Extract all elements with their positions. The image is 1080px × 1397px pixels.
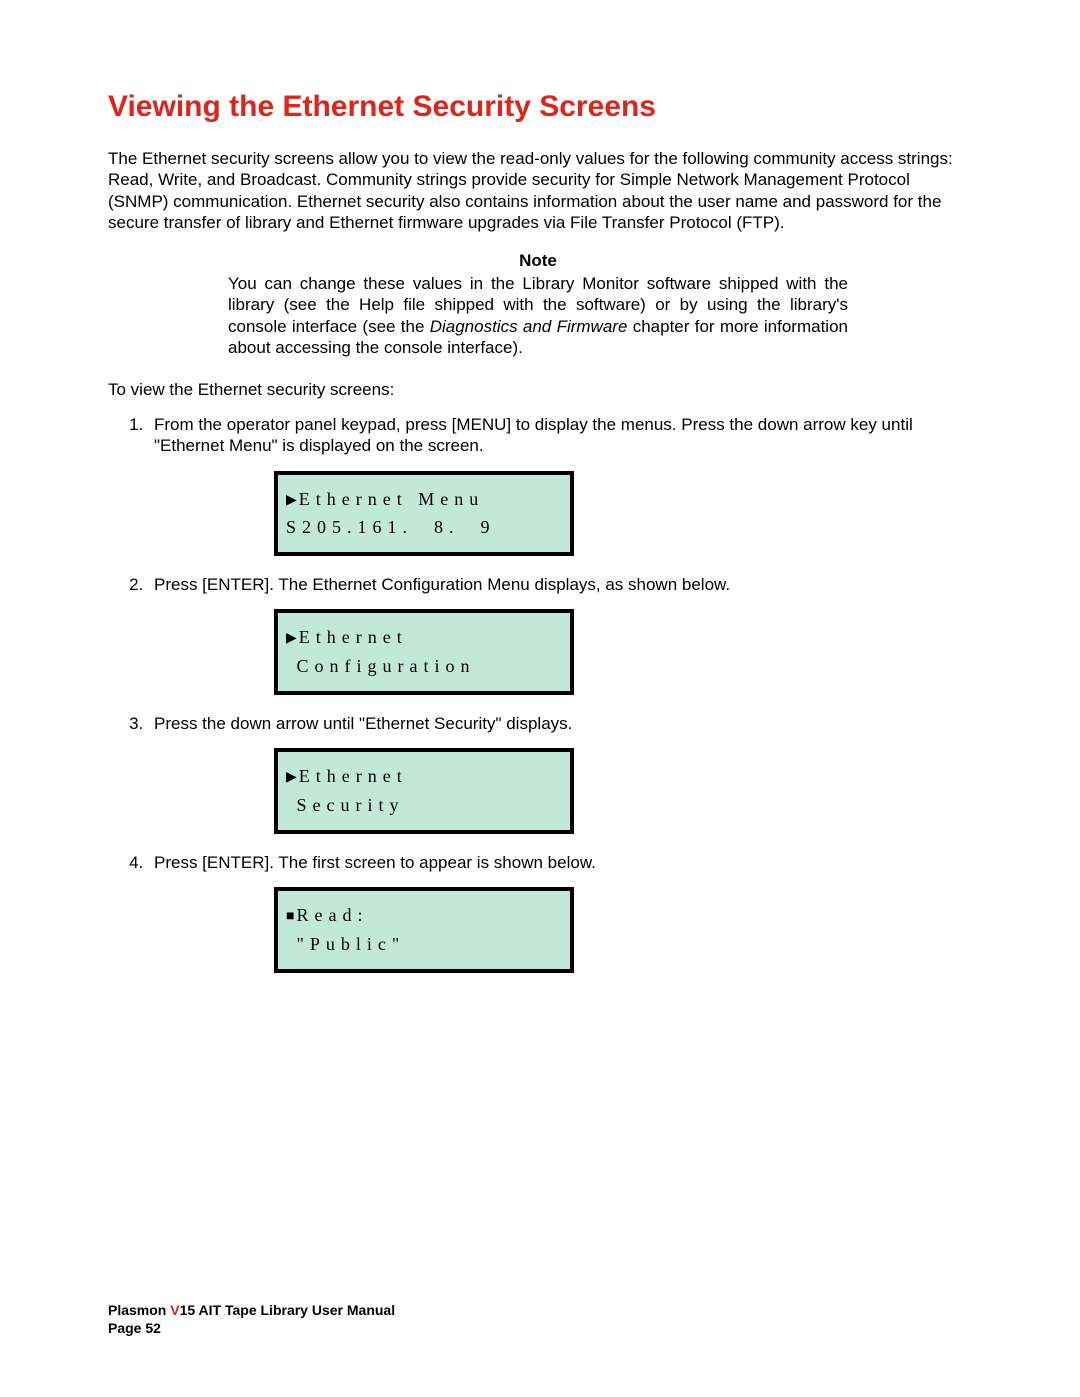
lcd-screen-4: ■Read: "Public" — [274, 887, 574, 973]
step-1-text: From the operator panel keypad, press [M… — [154, 415, 913, 455]
lcd2-line1: Ethernet — [299, 627, 408, 647]
lcd4-line2: "Public" — [286, 934, 405, 954]
lcd1-line2: S205.161. 8. 9 — [286, 517, 496, 537]
intro-paragraph: The Ethernet security screens allow you … — [108, 148, 972, 233]
step-3-text: Press the down arrow until "Ethernet Sec… — [154, 714, 572, 733]
note-block: Note You can change these values in the … — [228, 251, 848, 358]
lcd4-line1: Read: — [296, 905, 368, 925]
lcd3-line2: Security — [286, 795, 405, 815]
triangle-icon: ▶ — [286, 628, 297, 650]
document-page: Viewing the Ethernet Security Screens Th… — [0, 0, 1080, 1397]
footer-brand: Plasmon — [108, 1302, 170, 1318]
step-4: Press [ENTER]. The first screen to appea… — [148, 852, 972, 973]
page-footer: Plasmon V15 AIT Tape Library User Manual… — [108, 1301, 395, 1337]
square-icon: ■ — [286, 906, 294, 928]
page-title: Viewing the Ethernet Security Screens — [108, 90, 972, 124]
step-3: Press the down arrow until "Ethernet Sec… — [148, 713, 972, 834]
footer-v: V — [170, 1302, 179, 1318]
step-4-text: Press [ENTER]. The first screen to appea… — [154, 853, 596, 872]
lcd-screen-2: ▶Ethernet Configuration — [274, 609, 574, 695]
lcd1-line1: Ethernet Menu — [299, 489, 484, 509]
note-heading: Note — [228, 251, 848, 271]
step-1: From the operator panel keypad, press [M… — [148, 414, 972, 556]
triangle-icon: ▶ — [286, 490, 297, 512]
step-2: Press [ENTER]. The Ethernet Configuratio… — [148, 574, 972, 695]
lcd3-line1: Ethernet — [299, 766, 408, 786]
note-italic: Diagnostics and Firmware — [430, 317, 628, 336]
footer-page: Page 52 — [108, 1319, 395, 1337]
lcd-screen-3: ▶Ethernet Security — [274, 748, 574, 834]
note-text: You can change these values in the Libra… — [228, 273, 848, 358]
steps-list: From the operator panel keypad, press [M… — [148, 414, 972, 973]
lcd-screen-1: ▶Ethernet Menu S205.161. 8. 9 — [274, 471, 574, 557]
step-2-text: Press [ENTER]. The Ethernet Configuratio… — [154, 575, 730, 594]
triangle-icon: ▶ — [286, 767, 297, 789]
lead-text: To view the Ethernet security screens: — [108, 380, 972, 400]
lcd2-line2: Configuration — [286, 656, 476, 676]
footer-rest: 15 AIT Tape Library User Manual — [180, 1302, 396, 1318]
